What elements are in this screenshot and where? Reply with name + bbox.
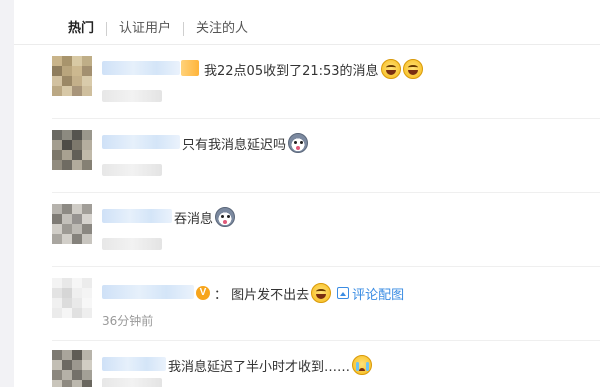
comment-item: 吞消息 xyxy=(14,200,600,260)
comment-item: 只有我消息延迟吗 xyxy=(14,126,600,186)
username[interactable] xyxy=(102,135,180,149)
comment-divider xyxy=(52,266,600,267)
username[interactable] xyxy=(102,285,194,299)
comment-time xyxy=(102,238,162,250)
comment-text: 吞消息 xyxy=(174,207,236,227)
avatar[interactable] xyxy=(52,278,92,318)
comment-image-link[interactable]: 评论配图 xyxy=(352,284,404,303)
comment-text: 我消息延迟了半小时才收到…… xyxy=(168,355,373,375)
comment-body: 吞消息 xyxy=(174,211,214,227)
comment-item: V ： 图片发不出去 评论配图 36分钟前 xyxy=(14,274,600,334)
verified-v-badge-icon: V xyxy=(196,286,210,300)
tab-verified-users[interactable]: 认证用户 xyxy=(107,14,183,44)
comment-divider xyxy=(52,340,600,341)
comment-body: 我22点05收到了21:53的消息 xyxy=(204,63,379,79)
avatar[interactable] xyxy=(52,56,92,96)
comment-item: 我22点05收到了21:53的消息 xyxy=(14,52,600,112)
avatar[interactable] xyxy=(52,130,92,170)
username[interactable] xyxy=(102,61,180,75)
member-badge xyxy=(181,60,199,76)
comment-divider xyxy=(52,118,600,119)
comment-text: V ： 图片发不出去 评论配图 xyxy=(196,283,404,303)
comment-body: 我消息延迟了半小时才收到…… xyxy=(168,359,351,375)
tab-hot[interactable]: 热门 xyxy=(14,14,106,44)
comment-filter-tabs: 热门 认证用户 关注的人 xyxy=(14,14,260,44)
comment-body: 只有我消息延迟吗 xyxy=(182,137,287,153)
comment-time xyxy=(102,378,162,387)
avatar[interactable] xyxy=(52,350,92,387)
avatar[interactable] xyxy=(52,204,92,244)
laugh-emoji-icon xyxy=(311,283,332,303)
tab-following[interactable]: 关注的人 xyxy=(184,14,260,44)
tabs-divider xyxy=(14,44,600,45)
cry-emoji-icon xyxy=(352,355,373,375)
image-icon[interactable] xyxy=(337,287,350,299)
laugh-emoji-icon xyxy=(380,59,401,79)
comment-time xyxy=(102,90,162,102)
comment-divider xyxy=(52,192,600,193)
username[interactable] xyxy=(102,209,172,223)
comment-text: 我22点05收到了21:53的消息 xyxy=(204,59,423,79)
comment-item: 我消息延迟了半小时才收到…… xyxy=(14,348,600,387)
laugh-emoji-icon xyxy=(402,59,423,79)
comment-text: 只有我消息延迟吗 xyxy=(182,133,309,153)
comment-time xyxy=(102,164,162,176)
comment-body: ： 图片发不出去 xyxy=(214,287,310,303)
husky-emoji-icon xyxy=(215,207,236,227)
username[interactable] xyxy=(102,357,166,371)
comments-panel: 热门 认证用户 关注的人 我22点05收到了21:53的消息 只有我消息延迟吗 … xyxy=(14,0,600,387)
husky-emoji-icon xyxy=(288,133,309,153)
comment-time: 36分钟前 xyxy=(102,314,154,328)
